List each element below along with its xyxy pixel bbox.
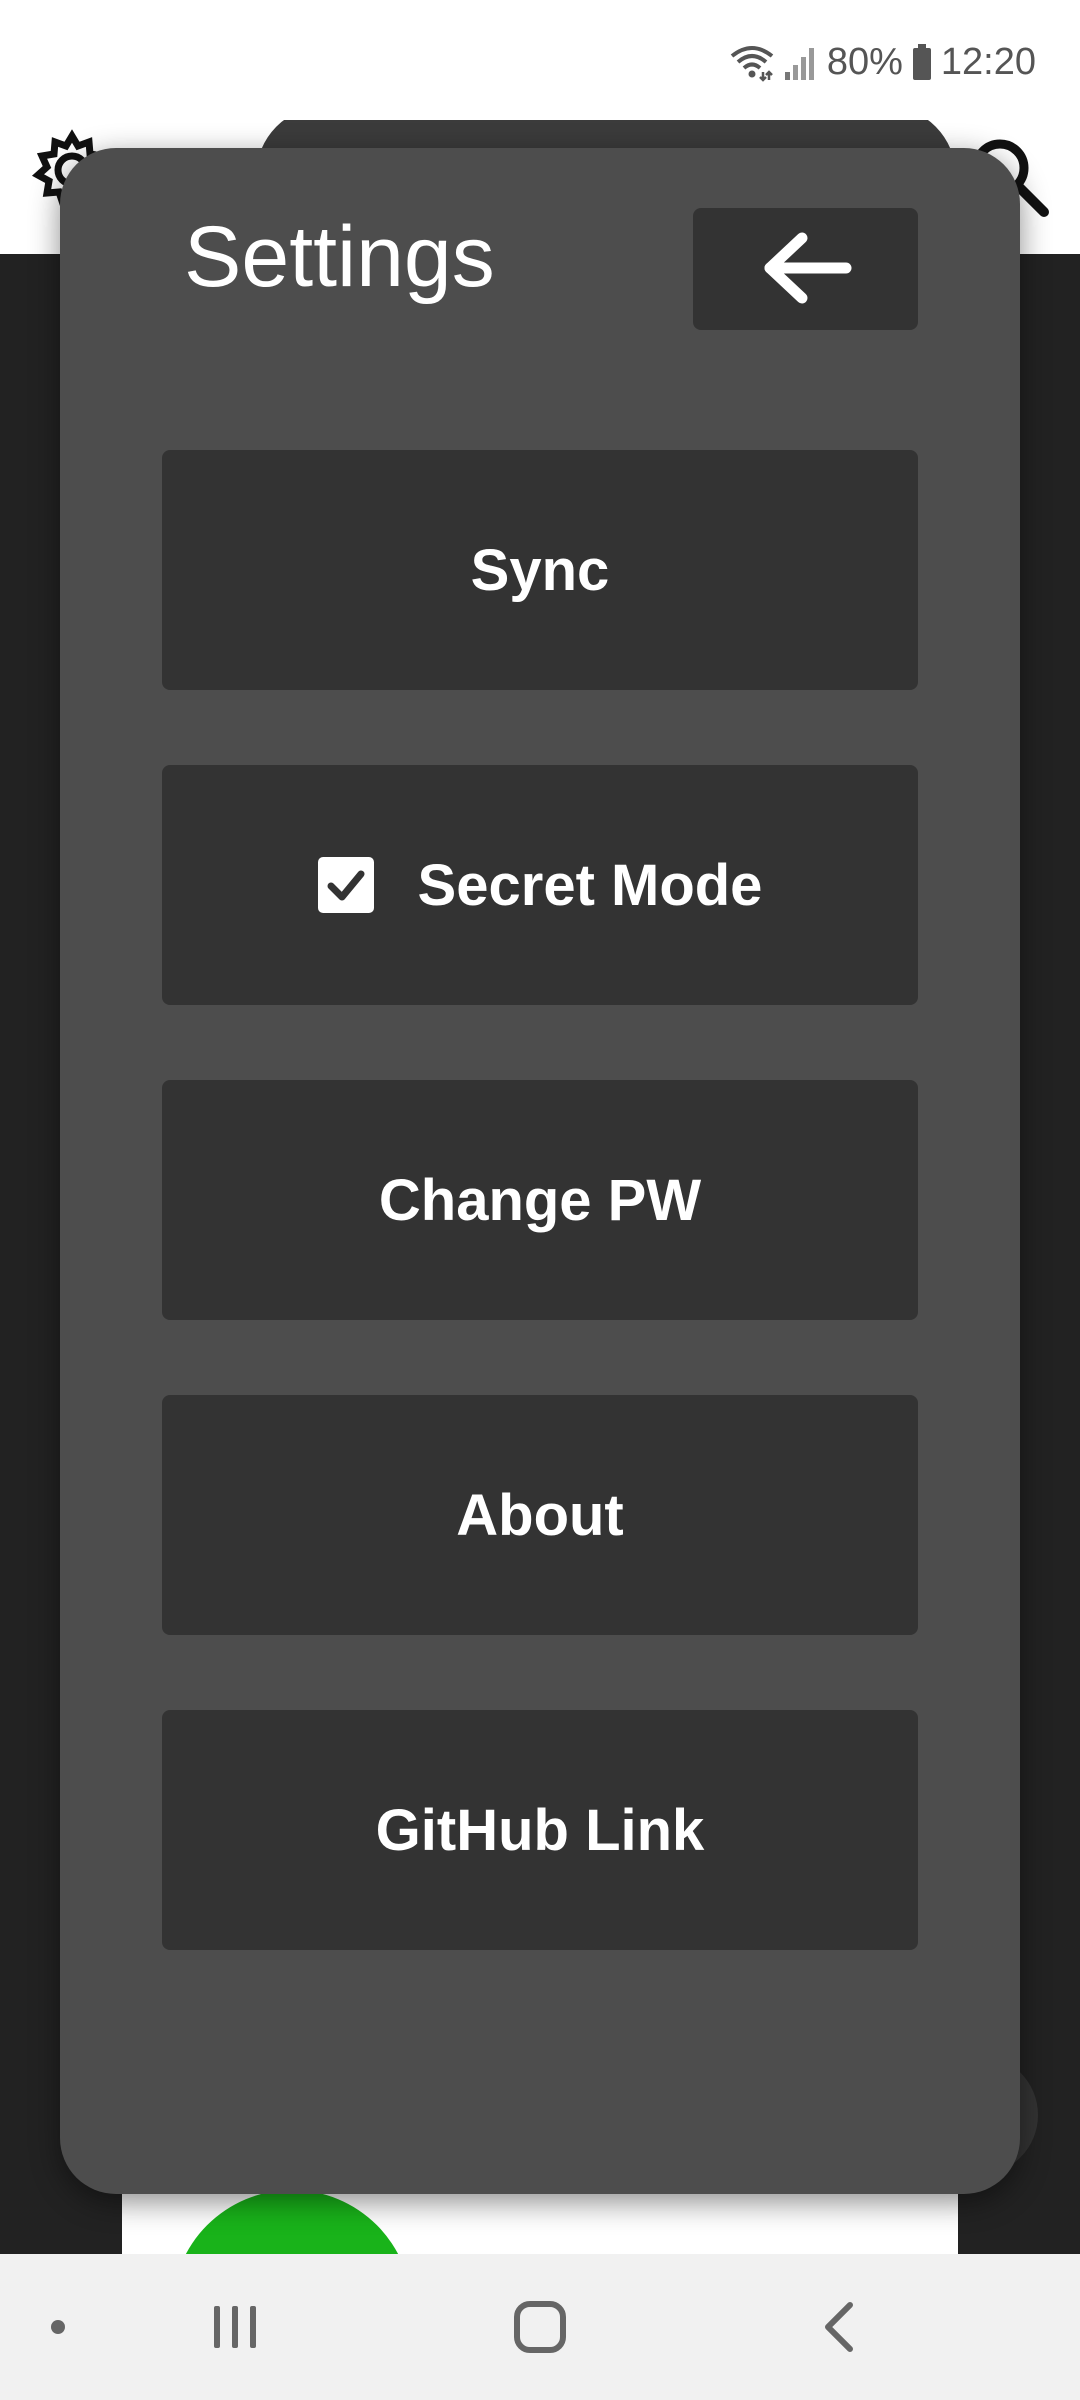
signal-icon xyxy=(783,42,819,82)
recent-apps-icon[interactable] xyxy=(200,2254,270,2400)
battery-icon xyxy=(911,42,933,82)
about-label: About xyxy=(456,1482,624,1548)
change-pw-button[interactable]: Change PW xyxy=(162,1080,918,1320)
secret-mode-button[interactable]: Secret Mode xyxy=(162,765,918,1005)
settings-dialog: Settings Sync Secret Mode Change PW Abou… xyxy=(60,148,1020,2194)
settings-title: Settings xyxy=(184,209,495,305)
clock: 12:20 xyxy=(940,40,1036,83)
dot-icon xyxy=(30,2254,86,2400)
wifi-icon xyxy=(729,42,775,82)
arrow-left-icon xyxy=(760,232,852,307)
sync-button[interactable]: Sync xyxy=(162,450,918,690)
about-button[interactable]: About xyxy=(162,1395,918,1635)
secret-mode-label: Secret Mode xyxy=(417,852,763,918)
back-button[interactable] xyxy=(693,208,918,330)
navigation-bar xyxy=(0,2254,1080,2400)
battery-percent: 80% xyxy=(826,40,903,83)
sync-label: Sync xyxy=(470,537,610,603)
github-link-label: GitHub Link xyxy=(375,1797,705,1863)
back-icon[interactable] xyxy=(800,2254,880,2400)
status-bar: 80% 12:20 xyxy=(0,0,1080,120)
home-icon[interactable] xyxy=(500,2254,580,2400)
checkmark-icon xyxy=(327,870,365,901)
change-pw-label: Change PW xyxy=(378,1167,702,1233)
status-icons: 80% 12:20 xyxy=(729,34,1036,90)
secret-mode-checkbox[interactable] xyxy=(317,857,374,913)
github-link-button[interactable]: GitHub Link xyxy=(162,1710,918,1950)
